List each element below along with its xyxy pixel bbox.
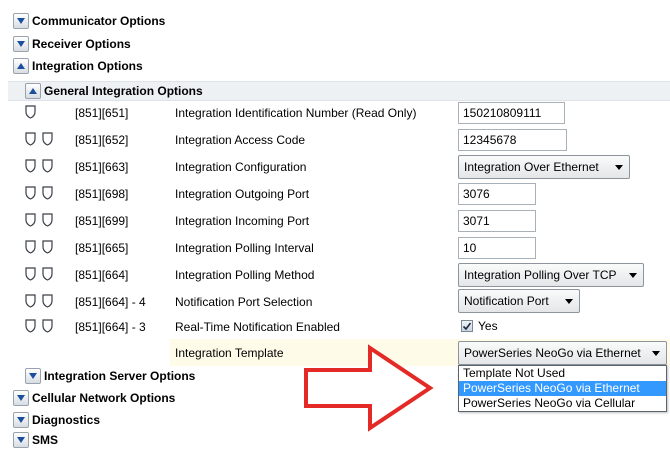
select-value: Integration Polling Over TCP	[464, 268, 617, 282]
shield-icon	[25, 319, 36, 333]
section-number: [851][651]	[75, 106, 129, 120]
shield-icon	[25, 186, 36, 200]
outgoing-port-field[interactable]: 3076	[458, 183, 536, 205]
section-label: Diagnostics	[32, 413, 101, 427]
shield-icon	[42, 132, 53, 146]
param-name: Integration Template	[175, 346, 284, 360]
section-integration-server-options[interactable]: Integration Server Options	[25, 366, 195, 386]
expand-icon[interactable]	[25, 368, 41, 384]
param-row: [851][664] - 4 Notification Port Selecti…	[0, 289, 670, 315]
section-label: Integration Server Options	[44, 369, 196, 383]
shield-icon	[42, 267, 53, 281]
dropdown-arrow-icon	[629, 273, 637, 278]
shield-icon	[42, 240, 53, 254]
param-row: [851][664] Integration Polling Method In…	[0, 262, 670, 288]
arrow-annotation-icon	[304, 344, 434, 432]
section-diagnostics[interactable]: Diagnostics	[13, 410, 100, 430]
collapse-icon[interactable]	[25, 83, 41, 99]
param-name: Real-Time Notification Enabled	[175, 320, 340, 334]
param-name: Integration Outgoing Port	[175, 187, 310, 201]
shield-icon	[42, 213, 53, 227]
section-label: Communicator Options	[32, 14, 166, 28]
param-row: [851][652] Integration Access Code 12345…	[0, 127, 670, 153]
section-number: [851][665]	[75, 241, 129, 255]
access-code-field[interactable]: 12345678	[458, 129, 567, 151]
dropdown-arrow-icon	[652, 351, 660, 356]
notification-port-select[interactable]: Notification Port	[458, 289, 580, 313]
select-value: Notification Port	[464, 294, 549, 308]
section-integration-options[interactable]: Integration Options	[13, 56, 143, 76]
template-dropdown-list[interactable]: Template Not Used PowerSeries NeoGo via …	[458, 365, 667, 412]
expand-icon[interactable]	[13, 13, 29, 29]
section-label: General Integration Options	[44, 84, 203, 98]
checkmark-icon	[462, 322, 472, 331]
shield-icon	[42, 159, 53, 173]
section-number: [851][664] - 3	[75, 320, 146, 334]
select-value: Integration Over Ethernet	[464, 160, 599, 174]
shield-icon	[42, 294, 53, 308]
param-name: Integration Polling Method	[175, 268, 315, 282]
expand-icon[interactable]	[13, 390, 29, 406]
expand-icon[interactable]	[13, 36, 29, 52]
section-number: [851][698]	[75, 187, 129, 201]
section-communicator-options[interactable]: Communicator Options	[13, 11, 165, 31]
integration-id-field[interactable]: 150210809111	[458, 102, 565, 124]
param-name: Notification Port Selection	[175, 295, 313, 309]
dropdown-arrow-icon	[565, 299, 573, 304]
shield-icon	[25, 240, 36, 254]
section-number: [851][664]	[75, 268, 129, 282]
section-cellular-network-options[interactable]: Cellular Network Options	[13, 388, 175, 408]
section-label: Receiver Options	[32, 37, 131, 51]
shield-icon	[25, 159, 36, 173]
polling-method-select[interactable]: Integration Polling Over TCP	[458, 263, 644, 287]
section-number: [851][663]	[75, 160, 129, 174]
param-row: [851][665] Integration Polling Interval …	[0, 235, 670, 261]
section-label: SMS	[32, 433, 59, 447]
polling-interval-field[interactable]: 10	[458, 237, 536, 259]
shield-icon	[42, 186, 53, 200]
param-name: Integration Access Code	[175, 133, 306, 147]
param-row: [851][651] Integration Identification Nu…	[0, 100, 670, 126]
dropdown-arrow-icon	[615, 165, 623, 170]
param-name: Integration Incoming Port	[175, 214, 310, 228]
param-row: [851][664] - 3 Real-Time Notification En…	[0, 314, 670, 340]
section-number: [851][652]	[75, 133, 129, 147]
dropdown-option[interactable]: PowerSeries NeoGo via Cellular	[459, 396, 666, 411]
param-name: Integration Configuration	[175, 160, 307, 174]
incoming-port-field[interactable]: 3071	[458, 210, 536, 232]
realtime-notification-checkbox[interactable]	[461, 320, 473, 332]
section-number: [851][664] - 4	[75, 295, 146, 309]
section-general-integration-options[interactable]: General Integration Options	[25, 81, 203, 101]
integration-template-select[interactable]: PowerSeries NeoGo via Ethernet	[458, 341, 667, 365]
select-value: PowerSeries NeoGo via Ethernet	[464, 346, 641, 360]
dropdown-option[interactable]: Template Not Used	[459, 366, 666, 381]
param-row: [851][699] Integration Incoming Port 307…	[0, 208, 670, 234]
shield-icon	[25, 294, 36, 308]
shield-icon	[25, 132, 36, 146]
section-number: [851][699]	[75, 214, 129, 228]
expand-icon[interactable]	[13, 432, 29, 448]
integration-configuration-select[interactable]: Integration Over Ethernet	[458, 155, 630, 179]
section-receiver-options[interactable]: Receiver Options	[13, 34, 131, 54]
dropdown-option-selected[interactable]: PowerSeries NeoGo via Ethernet	[459, 381, 666, 396]
shield-icon	[42, 319, 53, 333]
section-label: Integration Options	[32, 59, 143, 73]
param-name: Integration Identification Number (Read …	[175, 106, 417, 120]
shield-icon	[25, 267, 36, 281]
shield-icon	[25, 213, 36, 227]
checkbox-label: Yes	[478, 319, 498, 333]
param-row: [851][698] Integration Outgoing Port 307…	[0, 181, 670, 207]
collapse-icon[interactable]	[13, 58, 29, 74]
section-sms[interactable]: SMS	[13, 430, 58, 450]
shield-icon	[25, 105, 36, 119]
param-name: Integration Polling Interval	[175, 241, 314, 255]
expand-icon[interactable]	[13, 412, 29, 428]
section-label: Cellular Network Options	[32, 391, 176, 405]
param-row: [851][663] Integration Configuration Int…	[0, 154, 670, 180]
